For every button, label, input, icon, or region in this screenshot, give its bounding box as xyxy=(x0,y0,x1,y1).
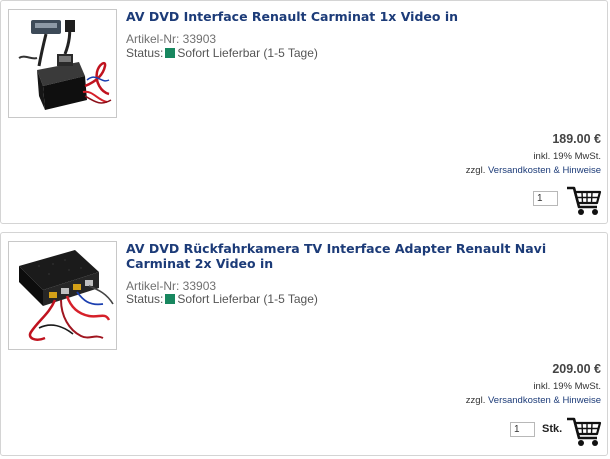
product-price: 189.00 € xyxy=(552,132,601,146)
unit-label: Stk. xyxy=(542,423,563,435)
product-card: AV DVD Interface Renault Carminat 1x Vid… xyxy=(0,0,608,224)
tax-note: inkl. 19% MwSt. xyxy=(533,381,601,392)
shopping-cart-icon xyxy=(567,186,602,215)
shipping-info-link[interactable]: Versandkosten & Hinweise xyxy=(488,395,601,406)
shipping-note: zzgl. Versandkosten & Hinweise xyxy=(466,395,601,406)
quantity-input[interactable] xyxy=(533,191,558,206)
status-text: Sofort Lieferbar (1-5 Tage) xyxy=(177,46,318,60)
shopping-cart-icon xyxy=(567,417,602,446)
av-interface-box-image xyxy=(9,10,116,117)
tax-note: inkl. 19% MwSt. xyxy=(533,151,601,162)
product-title-link[interactable]: AV DVD Interface Renault Carminat 1x Vid… xyxy=(126,9,604,24)
shipping-prefix: zzgl. xyxy=(465,395,486,406)
shipping-prefix: zzgl. xyxy=(465,165,486,176)
status-label: Status: xyxy=(126,292,164,306)
in-stock-indicator-icon xyxy=(165,294,176,304)
status-label: Status: xyxy=(126,46,164,60)
in-stock-indicator-icon xyxy=(165,48,176,58)
stock-status: Status: Sofort Lieferbar (1-5 Tage) xyxy=(126,292,318,307)
shipping-note: zzgl. Versandkosten & Hinweise xyxy=(466,165,601,176)
product-image[interactable] xyxy=(8,241,117,350)
product-price: 209.00 € xyxy=(552,362,601,376)
product-title-link[interactable]: AV DVD Rückfahrkamera TV Interface Adapt… xyxy=(126,241,604,271)
av-camera-interface-image xyxy=(9,242,116,349)
shipping-info-link[interactable]: Versandkosten & Hinweise xyxy=(488,165,601,176)
add-to-cart-button[interactable] xyxy=(566,416,602,448)
quantity-input[interactable] xyxy=(510,422,535,437)
product-card: AV DVD Rückfahrkamera TV Interface Adapt… xyxy=(0,232,608,456)
status-text: Sofort Lieferbar (1-5 Tage) xyxy=(177,292,318,306)
article-number: Artikel-Nr: 33903 xyxy=(126,32,217,46)
add-to-cart-button[interactable] xyxy=(566,185,602,217)
stock-status: Status: Sofort Lieferbar (1-5 Tage) xyxy=(126,46,318,61)
product-image[interactable] xyxy=(8,9,117,118)
